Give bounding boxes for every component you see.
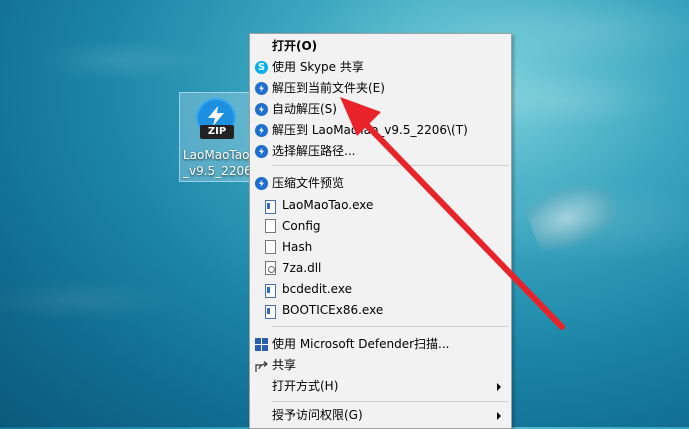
red-annotation-arrow	[340, 97, 565, 330]
